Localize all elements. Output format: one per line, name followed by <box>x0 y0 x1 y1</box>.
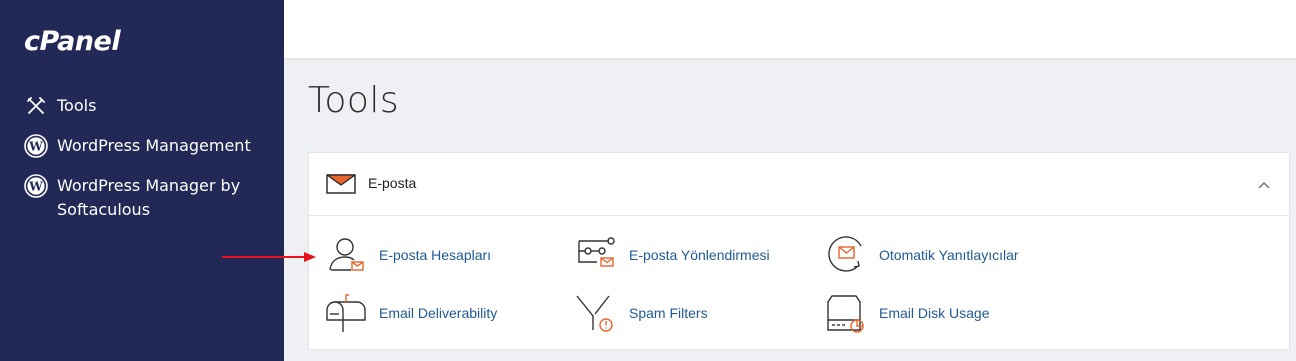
wordpress-icon: W <box>24 134 48 158</box>
sidebar-item-label: WordPress Manager by Softaculous <box>57 176 241 219</box>
tool-email-forwarders[interactable]: E-posta Yönlendirmesi <box>573 232 770 278</box>
disk-usage-icon <box>823 290 869 336</box>
cpanel-logo[interactable]: cPanel <box>24 26 121 57</box>
tool-label: E-posta Hesapları <box>379 247 492 263</box>
tool-label: Email Disk Usage <box>879 305 990 321</box>
tool-email-disk-usage[interactable]: Email Disk Usage <box>823 290 989 336</box>
tools-icon <box>24 94 48 118</box>
top-bar <box>284 0 1296 60</box>
sidebar-item-wordpress-management[interactable]: W WordPress Management <box>24 134 251 158</box>
section-title: E-posta <box>368 175 417 191</box>
tool-label: Email Deliverability <box>379 305 498 321</box>
sidebar-item-wordpress-manager-softaculous[interactable]: W WordPress Manager by Softaculous <box>24 174 257 222</box>
sidebar: cPanel Tools W WordPress Management W Wo… <box>0 0 284 361</box>
email-section-panel: E-posta E-posta Hesapları E-posta Yönlen… <box>308 152 1290 350</box>
tool-label: Otomatik Yanıtlayıcılar <box>879 247 1019 263</box>
tool-label: E-posta Yönlendirmesi <box>629 247 770 263</box>
mailbox-icon <box>323 290 369 336</box>
svg-text:W: W <box>28 180 43 194</box>
forwarders-icon <box>573 232 619 278</box>
page-title: Tools <box>308 80 400 121</box>
sidebar-item-label: WordPress Management <box>57 136 251 155</box>
wordpress-icon: W <box>24 174 48 198</box>
red-arrow-annotation <box>222 252 316 262</box>
tool-autoresponders[interactable]: Otomatik Yanıtlayıcılar <box>823 232 1019 278</box>
svg-text:W: W <box>28 140 43 154</box>
tool-spam-filters[interactable]: Spam Filters <box>573 290 708 336</box>
autoresponders-icon <box>823 232 869 278</box>
section-header[interactable]: E-posta <box>309 153 1289 216</box>
envelope-icon <box>326 174 356 199</box>
spam-filter-icon <box>573 290 619 336</box>
tool-email-deliverability[interactable]: Email Deliverability <box>323 290 497 336</box>
email-accounts-icon <box>323 232 369 278</box>
sidebar-item-tools[interactable]: Tools <box>24 94 96 118</box>
tool-label: Spam Filters <box>629 305 708 321</box>
tool-email-accounts[interactable]: E-posta Hesapları <box>323 232 491 278</box>
chevron-up-icon[interactable] <box>1257 177 1271 195</box>
sidebar-item-label: Tools <box>57 96 97 115</box>
